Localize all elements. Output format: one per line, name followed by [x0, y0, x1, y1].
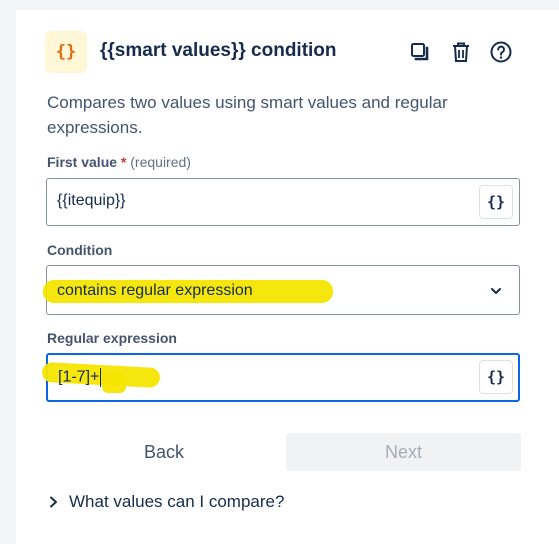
first-value-label-text: First value: [47, 154, 118, 170]
duplicate-icon[interactable]: [408, 40, 432, 64]
regex-smart-value-button[interactable]: {}: [479, 360, 513, 394]
required-asterisk: *: [120, 154, 127, 170]
panel-header: {} {{smart values}} condition: [45, 31, 559, 73]
trash-icon[interactable]: [449, 40, 473, 64]
regex-label: Regular expression: [47, 330, 177, 346]
back-button[interactable]: Back: [47, 433, 281, 471]
compare-values-disclosure-label: What values can I compare?: [69, 492, 285, 511]
first-value-text: {{itequip}}: [57, 192, 126, 209]
next-button[interactable]: Next: [286, 433, 521, 471]
condition-label: Condition: [47, 242, 113, 258]
compare-values-disclosure[interactable]: What values can I compare?: [47, 492, 284, 512]
condition-select[interactable]: contains regular expression: [43, 265, 520, 315]
chevron-right-icon: [50, 496, 57, 508]
text-caret: [100, 368, 102, 387]
condition-description: Compares two values using smart values a…: [47, 93, 448, 137]
required-note: (required): [130, 154, 191, 170]
smart-values-logo-icon: {}: [45, 31, 87, 73]
regex-value: [1-7]+: [58, 368, 102, 387]
first-value-smart-value-button[interactable]: {}: [479, 185, 513, 219]
panel-title: {{smart values}} condition: [100, 40, 337, 61]
first-value-label: First value * (required): [47, 154, 191, 170]
condition-panel: {} {{smart values}} condition Compares t…: [16, 10, 559, 544]
condition-selected-value: contains regular expression: [57, 282, 253, 299]
highlighter-mark: [102, 373, 126, 393]
regex-value-text: [1-7]+: [58, 368, 100, 386]
first-value-input[interactable]: {{itequip}} {}: [46, 178, 520, 226]
regex-input[interactable]: [1-7]+ {}: [41, 353, 520, 402]
help-icon[interactable]: [489, 40, 513, 64]
chevron-down-icon: [491, 288, 501, 294]
